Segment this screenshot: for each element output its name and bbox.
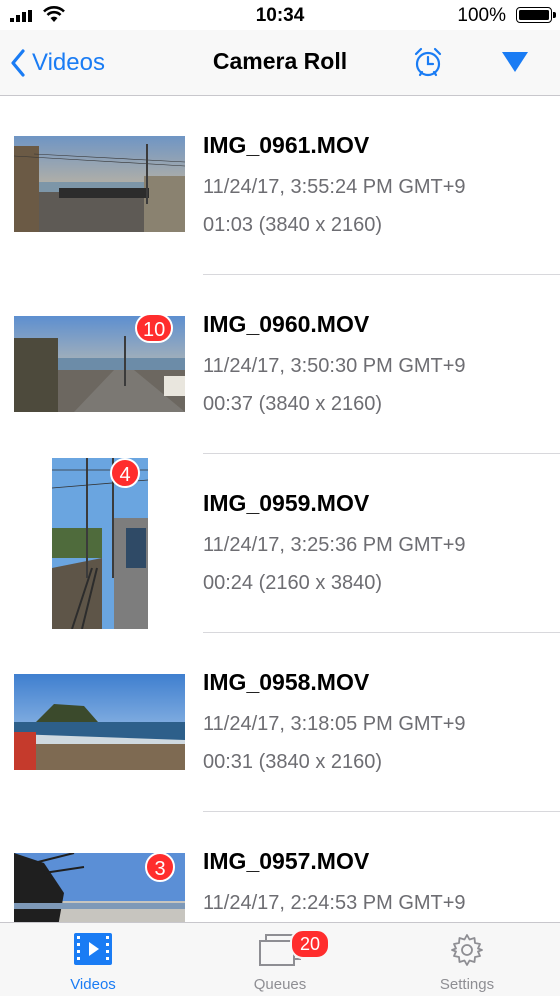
- video-list: IMG_0961.MOV 11/24/17, 3:55:24 PM GMT+9 …: [0, 96, 560, 922]
- video-row[interactable]: IMG_0958.MOV 11/24/17, 3:18:05 PM GMT+9 …: [0, 633, 560, 812]
- video-filename: IMG_0960.MOV: [203, 311, 370, 337]
- video-filename: IMG_0958.MOV: [203, 669, 370, 695]
- video-row[interactable]: 3 IMG_0957.MOV 11/24/17, 2:24:53 PM GMT+…: [0, 812, 560, 922]
- video-row[interactable]: 10 IMG_0960.MOV 11/24/17, 3:50:30 PM GMT…: [0, 275, 560, 454]
- video-duration-resolution: 00:24 (2160 x 3840): [203, 572, 383, 594]
- tab-settings-label: Settings: [439, 976, 495, 993]
- video-filename: IMG_0959.MOV: [203, 490, 370, 516]
- alarm-clock-icon: [414, 47, 442, 77]
- video-count-badge: 3: [145, 852, 175, 882]
- tab-bar: Videos Queues 20 Settings: [0, 922, 560, 996]
- video-icon: [74, 933, 112, 965]
- navigation-bar: Videos Camera Roll: [0, 30, 560, 96]
- video-filename: IMG_0961.MOV: [203, 132, 370, 158]
- chevron-left-icon: [11, 49, 25, 77]
- video-filename: IMG_0957.MOV: [203, 848, 370, 874]
- video-count-badge: 4: [110, 458, 140, 488]
- video-duration-resolution: 01:03 (3840 x 2160): [203, 214, 383, 236]
- back-button-label: Videos: [32, 49, 105, 76]
- tab-videos[interactable]: Videos: [0, 923, 186, 997]
- video-date: 11/24/17, 3:55:24 PM GMT+9: [203, 176, 466, 198]
- tab-videos-label: Videos: [70, 976, 116, 993]
- video-date: 11/24/17, 3:50:30 PM GMT+9: [203, 355, 466, 377]
- video-row[interactable]: IMG_0961.MOV 11/24/17, 3:55:24 PM GMT+9 …: [0, 96, 560, 275]
- video-count-badge: 10: [135, 313, 174, 343]
- tab-queues[interactable]: Queues: [187, 923, 373, 997]
- video-duration-resolution: 00:37 (3840 x 2160): [203, 393, 383, 415]
- video-date: 11/24/17, 3:18:05 PM GMT+9: [203, 713, 466, 735]
- alarm-button[interactable]: [412, 46, 444, 83]
- back-button[interactable]: Videos: [10, 46, 105, 80]
- queues-count-badge: 20: [290, 929, 330, 959]
- triangle-down-icon: [502, 52, 528, 72]
- video-thumbnail: [14, 674, 185, 770]
- battery-percentage: 100%: [457, 5, 506, 26]
- tab-queues-label: Queues: [253, 976, 307, 993]
- status-bar: 10:34 100%: [0, 0, 560, 30]
- gear-icon: [451, 934, 483, 966]
- sort-dropdown-button[interactable]: [500, 50, 530, 79]
- tab-settings[interactable]: Settings: [374, 923, 560, 997]
- video-duration-resolution: 00:31 (3840 x 2160): [203, 751, 383, 773]
- battery-icon: [516, 7, 556, 23]
- video-date: 11/24/17, 2:24:53 PM GMT+9: [203, 892, 466, 914]
- video-row[interactable]: 4 IMG_0959.MOV 11/24/17, 3:25:36 PM GMT+…: [0, 454, 560, 633]
- video-date: 11/24/17, 3:25:36 PM GMT+9: [203, 534, 466, 556]
- video-thumbnail: [14, 136, 185, 232]
